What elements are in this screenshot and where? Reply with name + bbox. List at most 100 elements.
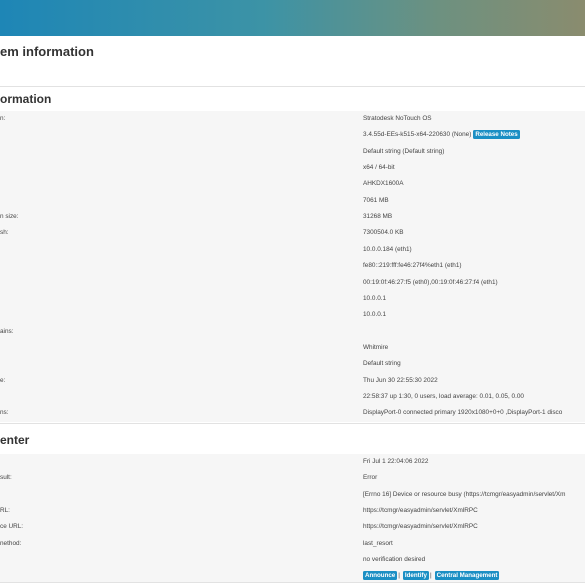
- info-row: ains:: [0, 324, 585, 340]
- row-value: 3.4.55d-EEs-k515-x64-220630 (None): [363, 131, 472, 139]
- info-row: [Errno 16] Device or resource busy (http…: [0, 487, 585, 503]
- row-value-wrap: 22:58:37 up 1:30, 0 users, load average:…: [363, 389, 524, 405]
- row-label: RL:: [0, 507, 10, 515]
- row-label: sult:: [0, 474, 12, 482]
- center-header: enter: [0, 423, 585, 455]
- info-row: Default string (Default string): [0, 144, 585, 160]
- row-value: 22:58:37 up 1:30, 0 users, load average:…: [363, 392, 524, 400]
- row-label: n size:: [0, 213, 19, 221]
- row-value-wrap: 7061 MB: [363, 193, 389, 209]
- info-row: ce URL: https://tcmgr/easyadmin/servlet/X…: [0, 519, 585, 535]
- action-separator: |: [429, 572, 432, 580]
- row-value-wrap: AHKDX1600A: [363, 176, 404, 192]
- row-value-wrap: Error: [363, 470, 377, 486]
- row-value: Default string: [363, 360, 401, 368]
- row-value: Default string (Default string): [363, 147, 445, 155]
- row-label: nethod:: [0, 539, 22, 547]
- info-row: nethod: last_resort: [0, 536, 585, 552]
- center-table: Fri Jul 1 22:04:06 2022 sult: Error [Errno …: [0, 454, 585, 582]
- info-row: e: Thu Jun 30 22:55:30 2022: [0, 373, 585, 389]
- row-value-wrap: 7300504.0 KB: [363, 225, 404, 241]
- info-row: 7061 MB: [0, 193, 585, 209]
- row-value: last_resort: [363, 539, 393, 547]
- info-row: RL: https://tcmgr/easyadmin/servlet/XmlRP…: [0, 503, 585, 519]
- info-row: 3.4.55d-EEs-k515-x64-220630 (None) Releas…: [0, 127, 585, 143]
- row-value: 10.0.0.1: [363, 294, 387, 302]
- row-value: Fri Jul 1 22:04:06 2022: [363, 458, 429, 465]
- row-value-wrap: fe80::219:fff:fe46:27f4%eth1 (eth1): [363, 258, 462, 274]
- info-row: 10.0.0.184 (eth1): [0, 242, 585, 258]
- top-banner: [0, 0, 585, 36]
- info-row: Whitmire: [0, 340, 585, 356]
- row-value: AHKDX1600A: [363, 180, 404, 188]
- info-row: ns: DisplayPort-0 connected primary 1920x…: [0, 405, 585, 421]
- info-row: Default string: [0, 356, 585, 372]
- row-label: ns:: [0, 409, 9, 417]
- page-title: em information: [0, 44, 94, 59]
- divider: [0, 582, 585, 583]
- row-value-wrap: no verification desired: [363, 552, 425, 568]
- row-value-wrap: Fri Jul 1 22:04:06 2022: [363, 454, 428, 470]
- row-value-wrap: 3.4.55d-EEs-k515-x64-220630 (None) Releas…: [363, 127, 520, 143]
- info-row: 10.0.0.1: [0, 307, 585, 323]
- info-row: 00:19:0f:46:27:f5 (eth0),00:19:0f:46:27:…: [0, 275, 585, 291]
- row-value-wrap: https://tcmgr/easyadmin/servlet/XmlRPC: [363, 519, 478, 535]
- row-label: e:: [0, 376, 6, 384]
- center-title: enter: [0, 433, 30, 447]
- row-value-wrap: 10.0.0.184 (eth1): [363, 242, 412, 258]
- row-value: Error: [363, 474, 378, 482]
- info-row: n: Stratodesk NoTouch OS: [0, 111, 585, 127]
- action-separator: |: [398, 572, 400, 580]
- row-value-wrap: 10.0.0.1: [363, 291, 386, 307]
- row-value-wrap: 31268 MB: [363, 209, 392, 225]
- row-value: Stratodesk NoTouch OS: [363, 115, 432, 122]
- row-value: 10.0.0.1: [363, 311, 387, 319]
- row-label: sh:: [0, 229, 9, 237]
- row-value-wrap: x64 / 64-bit: [363, 160, 395, 176]
- info-row: fe80::219:fff:fe46:27f4%eth1 (eth1): [0, 258, 585, 274]
- system-info-title: ormation: [0, 92, 52, 106]
- row-value: 00:19:0f:46:27:f5 (eth0),00:19:0f:46:27:…: [363, 278, 498, 286]
- row-value: no verification desired: [363, 556, 426, 564]
- row-value: https://tcmgr/easyadmin/servlet/XmlRPC: [363, 507, 478, 515]
- row-value-wrap: Default string (Default string): [363, 144, 444, 160]
- row-value: 7061 MB: [363, 196, 389, 204]
- row-value: x64 / 64-bit: [363, 164, 395, 172]
- row-value: https://tcmgr/easyadmin/servlet/XmlRPC: [363, 523, 478, 531]
- row-label: n:: [0, 115, 6, 122]
- row-value: Whitmire: [363, 343, 389, 351]
- system-info-header: ormation: [0, 86, 585, 112]
- row-value-wrap: [Errno 16] Device or resource busy (http…: [363, 487, 565, 503]
- row-value-wrap: https://tcmgr/easyadmin/servlet/XmlRPC: [363, 503, 478, 519]
- row-value: fe80::219:fff:fe46:27f4%eth1 (eth1): [363, 262, 462, 270]
- row-label: ce URL:: [0, 523, 24, 531]
- info-row: 22:58:37 up 1:30, 0 users, load average:…: [0, 389, 585, 405]
- row-value: 31268 MB: [363, 213, 393, 221]
- row-value-wrap: Whitmire: [363, 340, 388, 356]
- row-value: 7300504.0 KB: [363, 229, 404, 237]
- info-row: sh: 7300504.0 KB: [0, 225, 585, 241]
- row-value: Thu Jun 30 22:55:30 2022: [363, 376, 438, 384]
- identify-button[interactable]: Identify: [402, 571, 429, 581]
- row-value-wrap: Default string: [363, 356, 401, 372]
- announce-button[interactable]: Announce: [363, 571, 398, 581]
- info-row: x64 / 64-bit: [0, 160, 585, 176]
- row-value-wrap: DisplayPort-0 connected primary 1920x108…: [363, 405, 562, 421]
- row-value-wrap: 10.0.0.1: [363, 307, 386, 323]
- info-row: AHKDX1600A: [0, 176, 585, 192]
- info-row: 10.0.0.1: [0, 291, 585, 307]
- row-value-wrap: Stratodesk NoTouch OS: [363, 111, 432, 127]
- row-value-wrap: 00:19:0f:46:27:f5 (eth0),00:19:0f:46:27:…: [363, 275, 498, 291]
- system-info-table: n: Stratodesk NoTouch OS 3.4.55d-EEs-k515-…: [0, 111, 585, 422]
- info-row: sult: Error: [0, 470, 585, 486]
- row-label: ains:: [0, 327, 14, 335]
- central-management-button[interactable]: Central Management: [434, 571, 500, 581]
- info-row: no verification desired: [0, 552, 585, 568]
- row-value: DisplayPort-0 connected primary 1920x108…: [363, 409, 563, 417]
- info-row: Fri Jul 1 22:04:06 2022: [0, 454, 585, 470]
- row-value-wrap: last_resort: [363, 536, 393, 552]
- row-value: [Errno 16] Device or resource busy (http…: [363, 490, 566, 498]
- release-notes-button[interactable]: Release Notes: [473, 130, 520, 140]
- info-row: n size: 31268 MB: [0, 209, 585, 225]
- row-value: 10.0.0.184 (eth1): [363, 245, 412, 253]
